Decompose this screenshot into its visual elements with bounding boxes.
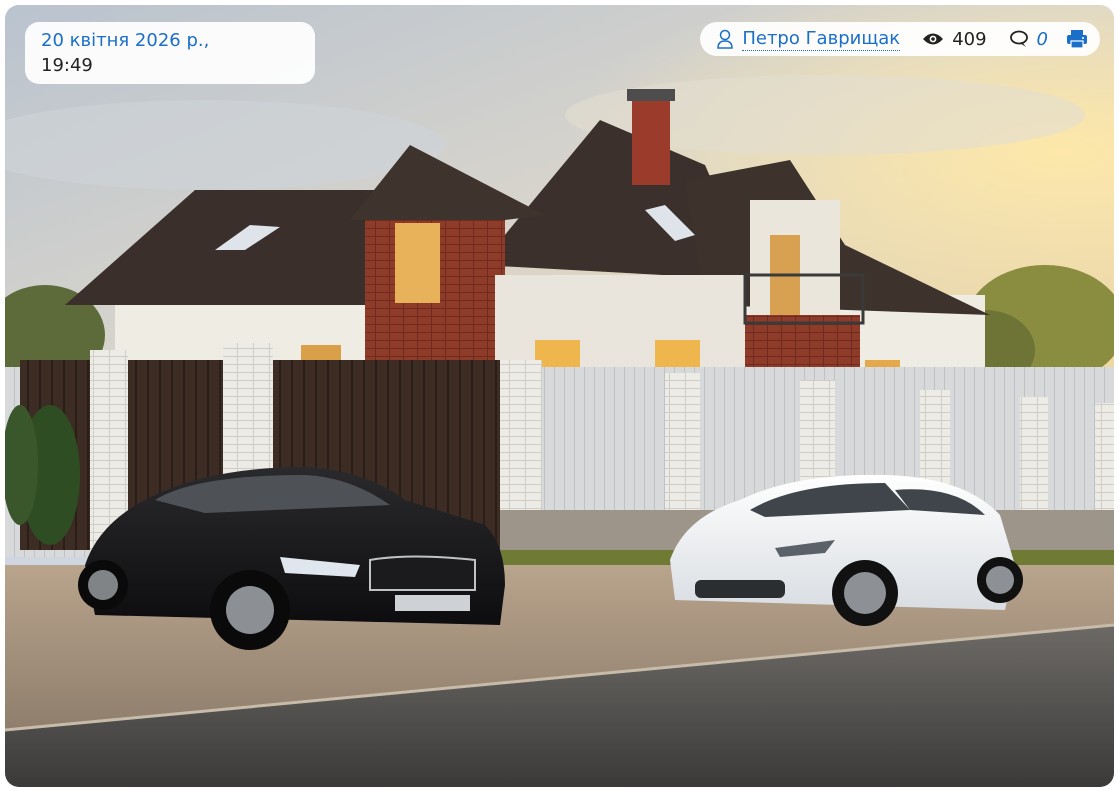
comments-count-link[interactable]: 0 xyxy=(1037,29,1048,50)
views-count: 409 xyxy=(952,28,987,50)
comment-icon xyxy=(1009,30,1028,47)
author-link[interactable]: Петро Гаврищак xyxy=(742,28,901,51)
publish-date: 20 квітня 2026 р., xyxy=(41,30,210,51)
date-badge: 20 квітня 2026 р., 19:49 xyxy=(25,22,315,84)
article-meta-bar: Петро Гаврищак 409 0 xyxy=(700,22,1100,56)
eye-icon xyxy=(923,33,944,45)
article-image: 20 квітня 2026 р., 19:49 Петро Гаврищак … xyxy=(5,5,1114,787)
user-outline-icon xyxy=(717,29,734,49)
print-icon[interactable] xyxy=(1066,29,1088,49)
publish-time: 19:49 xyxy=(41,55,93,76)
house-with-cars-photo xyxy=(5,5,1114,787)
